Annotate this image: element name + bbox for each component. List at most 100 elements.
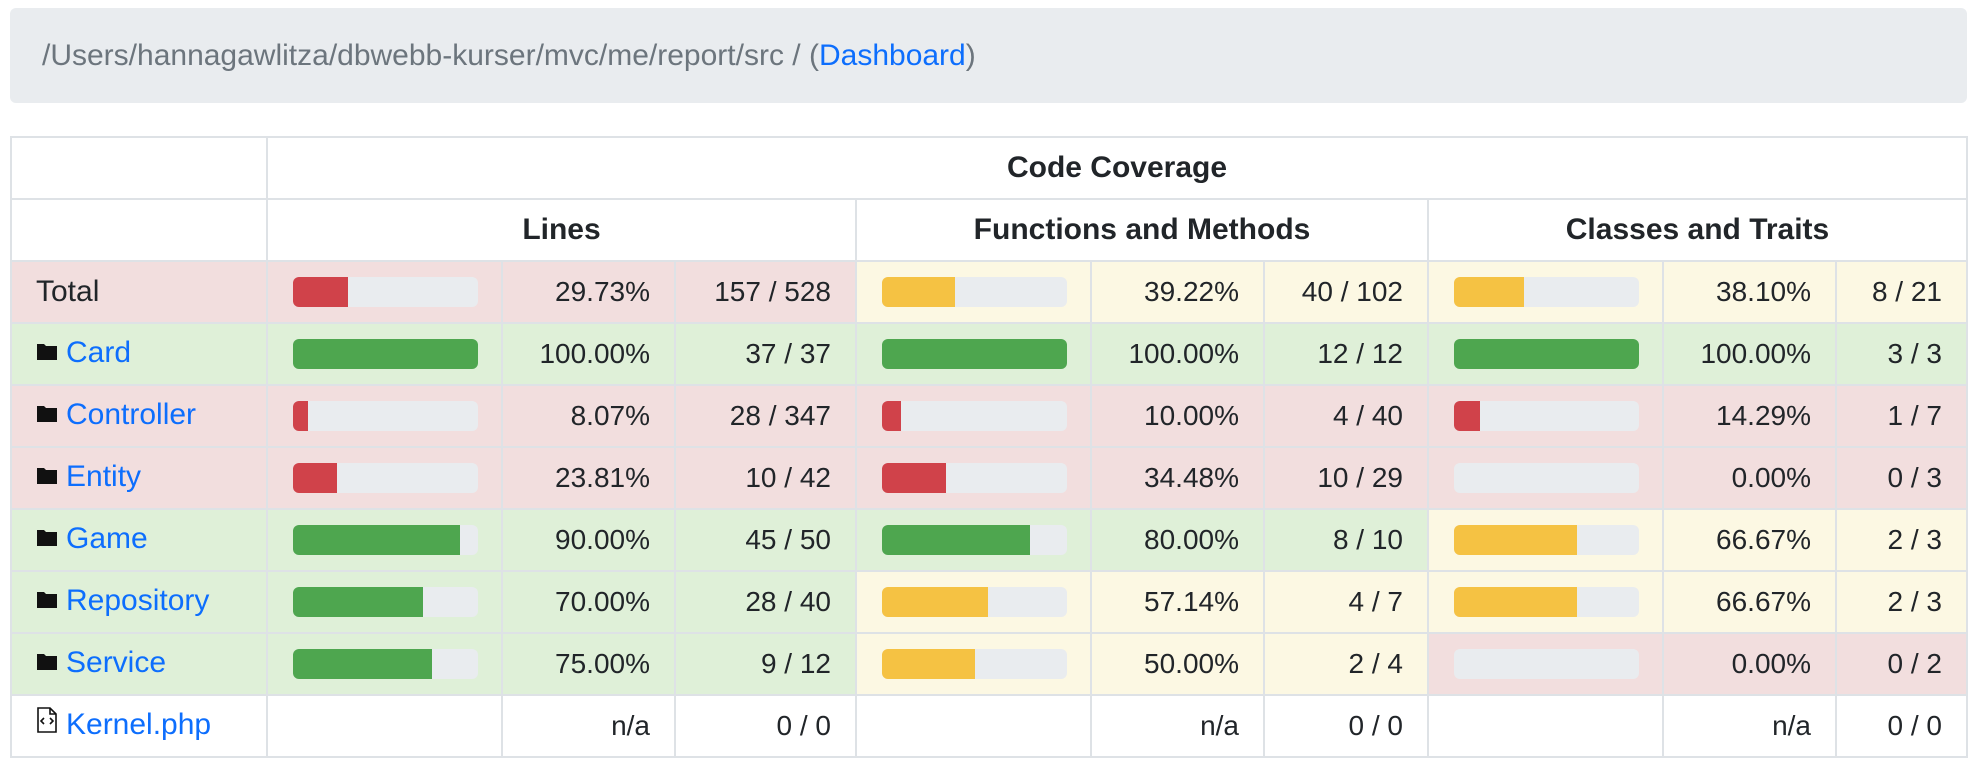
row-name: Total xyxy=(36,275,100,308)
row-link[interactable]: Kernel.php xyxy=(66,708,211,741)
lines-percent: 8.07% xyxy=(501,384,676,448)
lines-count: 157 / 528 xyxy=(674,260,857,324)
classes-progress-bar xyxy=(1454,339,1639,369)
breadcrumb-open-paren: ( xyxy=(808,39,819,72)
lines-bar-cell xyxy=(266,322,503,386)
row-name-cell: Kernel.php xyxy=(10,694,268,758)
row-link[interactable]: Game xyxy=(66,522,148,555)
lines-count: 28 / 347 xyxy=(674,384,857,448)
lines-progress-fill xyxy=(293,277,348,307)
classes-count: 1 / 7 xyxy=(1835,384,1968,448)
table-row: Repository 70.00% 28 / 40 57.14% 4 / 7 66.67%… xyxy=(10,570,1968,634)
functions-progress-fill xyxy=(882,339,1067,369)
row-name-cell: Total xyxy=(10,260,268,324)
classes-count: 0 / 0 xyxy=(1835,694,1968,758)
code-coverage-header: Code Coverage xyxy=(266,136,1968,200)
classes-percent: n/a xyxy=(1662,694,1837,758)
classes-progress-fill xyxy=(1454,339,1639,369)
lines-bar-cell xyxy=(266,384,503,448)
lines-bar-cell xyxy=(266,446,503,510)
functions-progress-fill xyxy=(882,525,1030,555)
classes-percent: 100.00% xyxy=(1662,322,1837,386)
row-link[interactable]: Service xyxy=(66,646,166,679)
lines-progress-bar xyxy=(293,463,478,493)
classes-progress-fill xyxy=(1454,401,1481,431)
classes-bar-cell xyxy=(1427,260,1664,324)
lines-progress-bar xyxy=(293,339,478,369)
functions-count: 4 / 7 xyxy=(1263,570,1429,634)
lines-progress-bar xyxy=(293,525,478,555)
folder-icon xyxy=(36,397,58,431)
row-name-cell: Game xyxy=(10,508,268,572)
breadcrumb: /Users/hannagawlitza/dbwebb-kurser/mvc/m… xyxy=(10,8,1967,103)
classes-count: 8 / 21 xyxy=(1835,260,1968,324)
row-link[interactable]: Card xyxy=(66,336,131,369)
functions-percent: 57.14% xyxy=(1090,570,1265,634)
table-row: Game 90.00% 45 / 50 80.00% 8 / 10 66.67% 2 / 3 xyxy=(10,508,1968,572)
classes-header: Classes and Traits xyxy=(1427,198,1968,262)
classes-percent: 14.29% xyxy=(1662,384,1837,448)
lines-percent: 29.73% xyxy=(501,260,676,324)
lines-header: Lines xyxy=(266,198,857,262)
lines-progress-fill xyxy=(293,525,460,555)
functions-percent: 100.00% xyxy=(1090,322,1265,386)
folder-icon xyxy=(36,583,58,617)
table-row: Entity 23.81% 10 / 42 34.48% 10 / 29 0.00% 0 /… xyxy=(10,446,1968,510)
lines-bar-cell xyxy=(266,260,503,324)
functions-count: 10 / 29 xyxy=(1263,446,1429,510)
classes-progress-fill xyxy=(1454,525,1578,555)
row-link[interactable]: Controller xyxy=(66,398,196,431)
functions-progress-bar xyxy=(882,339,1067,369)
row-name-cell: Card xyxy=(10,322,268,386)
row-link[interactable]: Entity xyxy=(66,460,141,493)
classes-bar-cell xyxy=(1427,632,1664,696)
header-empty-cell xyxy=(10,136,268,200)
lines-progress-fill xyxy=(293,649,432,679)
classes-count: 0 / 3 xyxy=(1835,446,1968,510)
row-link[interactable]: Repository xyxy=(66,584,209,617)
lines-count: 0 / 0 xyxy=(674,694,857,758)
classes-count: 2 / 3 xyxy=(1835,508,1968,572)
lines-progress-fill xyxy=(293,339,478,369)
classes-progress-fill xyxy=(1454,277,1525,307)
row-name-cell: Repository xyxy=(10,570,268,634)
lines-percent: 23.81% xyxy=(501,446,676,510)
lines-count: 37 / 37 xyxy=(674,322,857,386)
classes-bar-cell xyxy=(1427,384,1664,448)
functions-bar-cell xyxy=(855,694,1092,758)
dashboard-link[interactable]: Dashboard xyxy=(819,39,966,72)
lines-percent: n/a xyxy=(501,694,676,758)
lines-percent: 75.00% xyxy=(501,632,676,696)
functions-count: 4 / 40 xyxy=(1263,384,1429,448)
table-row: Controller 8.07% 28 / 347 10.00% 4 / 40 14.29… xyxy=(10,384,1968,448)
header-empty-cell xyxy=(10,198,268,262)
lines-percent: 70.00% xyxy=(501,570,676,634)
classes-count: 0 / 2 xyxy=(1835,632,1968,696)
row-name-cell: Entity xyxy=(10,446,268,510)
lines-progress-bar xyxy=(293,587,478,617)
classes-count: 2 / 3 xyxy=(1835,570,1968,634)
classes-percent: 66.67% xyxy=(1662,508,1837,572)
classes-progress-bar xyxy=(1454,525,1639,555)
lines-count: 9 / 12 xyxy=(674,632,857,696)
functions-percent: 34.48% xyxy=(1090,446,1265,510)
functions-percent: 10.00% xyxy=(1090,384,1265,448)
lines-count: 45 / 50 xyxy=(674,508,857,572)
functions-count: 0 / 0 xyxy=(1263,694,1429,758)
table-row: Total 29.73% 157 / 528 39.22% 40 / 102 38.10%… xyxy=(10,260,1968,324)
lines-percent: 90.00% xyxy=(501,508,676,572)
functions-bar-cell xyxy=(855,384,1092,448)
lines-progress-bar xyxy=(293,277,478,307)
lines-progress-bar xyxy=(293,401,478,431)
row-name-cell: Controller xyxy=(10,384,268,448)
functions-count: 8 / 10 xyxy=(1263,508,1429,572)
functions-progress-fill xyxy=(882,401,901,431)
functions-count: 40 / 102 xyxy=(1263,260,1429,324)
functions-bar-cell xyxy=(855,446,1092,510)
functions-bar-cell xyxy=(855,632,1092,696)
lines-progress-fill xyxy=(293,463,338,493)
functions-count: 12 / 12 xyxy=(1263,322,1429,386)
folder-icon xyxy=(36,521,58,555)
functions-bar-cell xyxy=(855,260,1092,324)
functions-percent: n/a xyxy=(1090,694,1265,758)
